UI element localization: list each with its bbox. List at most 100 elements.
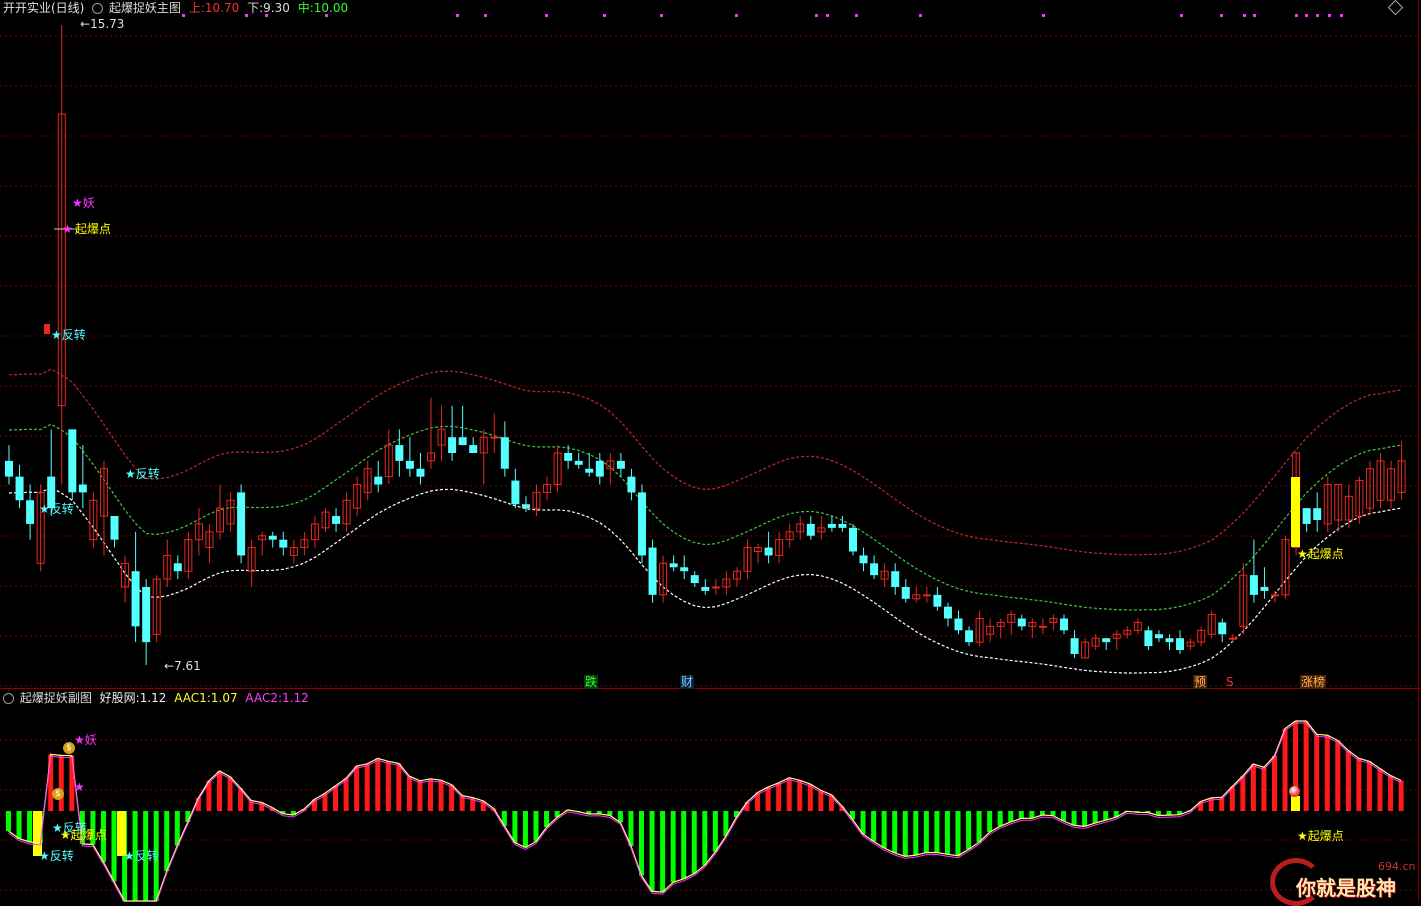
histogram-bar-positive xyxy=(417,780,423,811)
histogram-bar-positive xyxy=(1240,775,1246,811)
candle-body-down xyxy=(1176,638,1185,651)
histogram-bar-positive xyxy=(385,761,391,811)
candle-body-down xyxy=(680,567,689,572)
histogram-bar-negative xyxy=(1092,811,1098,824)
event-s-marker[interactable]: S xyxy=(1226,675,1234,689)
fanzhuan-signal: ★反转 xyxy=(125,467,160,481)
histogram-bar-negative xyxy=(997,811,1003,827)
histogram-bar-positive xyxy=(765,787,771,811)
candle-body-down xyxy=(26,500,35,524)
histogram-bar-negative xyxy=(691,811,697,874)
haogu-label: 好股网: xyxy=(99,691,140,705)
histogram-bar-negative xyxy=(976,811,982,843)
candle-body-down xyxy=(595,460,604,477)
sub-indicator-name[interactable]: 起爆捉妖副图 xyxy=(20,691,92,705)
histogram-bar-positive xyxy=(1398,780,1404,811)
histogram-bar-negative xyxy=(966,811,972,850)
signal-dot xyxy=(1220,14,1223,17)
candle-body-down xyxy=(806,523,815,536)
candle-body-down xyxy=(268,535,277,540)
candle-body-down xyxy=(1249,575,1258,595)
histogram-bar-positive xyxy=(406,776,412,811)
pane-divider[interactable] xyxy=(0,688,1421,689)
histogram-bar-positive xyxy=(797,780,803,811)
candle-body-down xyxy=(78,484,87,493)
histogram-bar-negative xyxy=(987,811,993,833)
signal-dot xyxy=(1340,14,1343,17)
candle-body-down xyxy=(1060,618,1068,631)
upper-band-line xyxy=(8,368,1402,556)
histogram-bar-negative xyxy=(16,811,22,839)
candle-body-down xyxy=(458,437,467,446)
signal-dot xyxy=(545,14,548,17)
histogram-bar-positive xyxy=(1335,740,1341,811)
candle-body-down xyxy=(405,460,414,469)
histogram-bar-negative xyxy=(27,811,33,842)
histogram-bar-positive xyxy=(364,763,370,811)
histogram-bar-negative xyxy=(660,811,666,893)
histogram-bar-positive xyxy=(1272,755,1277,811)
event-cai-marker[interactable]: 财 xyxy=(680,675,695,689)
candle-body-down xyxy=(237,492,246,556)
histogram-bar-negative xyxy=(6,811,11,832)
candle-body-down xyxy=(901,586,910,599)
candle-body-down xyxy=(374,476,383,485)
histogram-bar-negative xyxy=(1103,811,1109,821)
sub-qibaodian-signal: ★起爆点 xyxy=(60,828,107,842)
histogram-bar-negative xyxy=(544,811,550,828)
signal-dot xyxy=(325,14,328,17)
histogram-bar-positive xyxy=(1324,735,1330,811)
signal-dot xyxy=(484,14,487,17)
histogram-bar-negative xyxy=(712,811,718,852)
histogram-bar-negative xyxy=(850,811,855,820)
candle-body-down xyxy=(616,460,625,469)
signal-dot xyxy=(603,14,606,17)
aac2-label: AAC2: xyxy=(245,691,283,705)
histogram-bar-negative xyxy=(649,811,655,892)
histogram-bar-positive xyxy=(807,784,813,811)
candle-body-down xyxy=(416,468,425,477)
histogram-bar-negative xyxy=(934,811,940,853)
candle-body-down xyxy=(511,480,520,505)
watermark-slogan: 你就是股神 xyxy=(1296,876,1396,900)
candle-body-down xyxy=(448,437,457,453)
histogram-bar-positive xyxy=(1345,750,1351,811)
sub-indicator-toggle-icon[interactable] xyxy=(3,693,14,704)
sub-yao-star: ★ xyxy=(74,780,85,794)
candle-body-down xyxy=(859,555,868,564)
coin-icon: $ xyxy=(52,788,64,800)
histogram-bar-negative xyxy=(522,811,528,848)
sub-histogram-chart[interactable] xyxy=(0,706,1421,902)
histogram-bar-positive xyxy=(1356,758,1362,811)
histogram-bar-positive xyxy=(1303,721,1309,811)
event-zhangbang-marker[interactable]: 涨榜 xyxy=(1300,675,1327,689)
aac2-value: 1.12 xyxy=(282,691,309,705)
signal-dot xyxy=(826,14,829,17)
main-candlestick-chart[interactable] xyxy=(0,0,1421,688)
event-die-marker[interactable]: 跌 xyxy=(584,675,599,689)
event-yu-marker[interactable]: 预 xyxy=(1193,675,1208,689)
signal-dot xyxy=(1180,14,1183,17)
candle-body-down xyxy=(574,460,583,465)
histogram-bar-positive xyxy=(1388,775,1394,811)
signal-dot xyxy=(456,14,459,17)
candle-body-up xyxy=(1271,594,1279,597)
qibaodian-signal-label: 起爆点 xyxy=(75,222,112,236)
signal-block xyxy=(44,324,50,334)
candle-body-down xyxy=(627,476,636,493)
histogram-bar-negative xyxy=(670,811,676,883)
aac1-label: AAC1: xyxy=(174,691,211,705)
histogram-bar-positive xyxy=(438,780,444,811)
candle-body-up xyxy=(490,436,499,439)
candle-body-down xyxy=(1313,508,1322,520)
histogram-bar-negative xyxy=(1008,811,1014,822)
coin-icon: $ xyxy=(63,742,75,754)
signal-dot xyxy=(1253,14,1256,17)
candle-body-down xyxy=(469,445,478,453)
candle-body-up xyxy=(711,586,720,589)
signal-dot xyxy=(182,14,185,17)
candle-body-down xyxy=(585,468,594,473)
histogram-bar-negative xyxy=(681,811,687,879)
histogram-bar-negative xyxy=(1082,811,1088,827)
histogram-bar-positive xyxy=(48,754,54,811)
